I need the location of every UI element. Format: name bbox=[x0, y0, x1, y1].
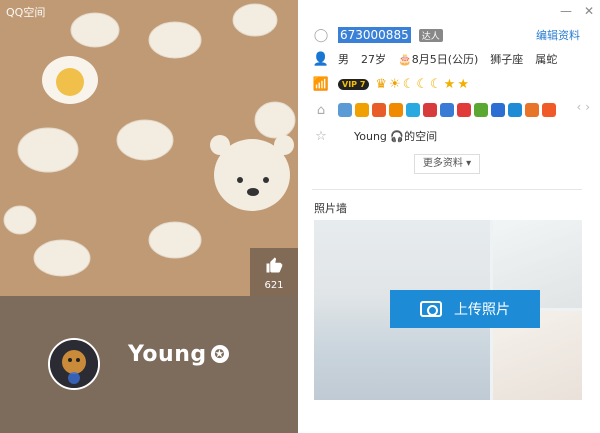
badge-icon[interactable] bbox=[372, 103, 386, 117]
home-icon: ⌂ bbox=[316, 102, 326, 118]
like-count: 621 bbox=[264, 280, 284, 291]
star-badge-icon: ✪ bbox=[210, 345, 229, 363]
close-icon[interactable]: ✕ bbox=[584, 4, 594, 18]
window-controls: — ✕ bbox=[560, 4, 594, 18]
cover-title: QQ空间 bbox=[6, 6, 46, 19]
chevron-right-icon[interactable]: › bbox=[585, 100, 590, 114]
thumbs-up-icon bbox=[266, 257, 283, 273]
chinese-zodiac: 属蛇 bbox=[535, 53, 558, 66]
cake-icon: 🎂 bbox=[398, 53, 412, 66]
crown-icon[interactable]: ♛ bbox=[375, 77, 387, 92]
moon-icon[interactable]: ☾ bbox=[403, 77, 415, 92]
star-outline-icon: ☆ bbox=[315, 128, 327, 144]
avatar-image bbox=[50, 340, 98, 388]
sun-icon[interactable]: ☀ bbox=[389, 77, 401, 92]
user-icon: 👤 bbox=[312, 51, 330, 67]
photo-wall: 上传照片 bbox=[314, 220, 582, 400]
badge-icon[interactable] bbox=[542, 103, 556, 117]
birthday: 🎂8月5日(公历) bbox=[398, 51, 478, 67]
badge-icon[interactable] bbox=[508, 103, 522, 117]
badge-icon[interactable] bbox=[474, 103, 488, 117]
star-icon[interactable]: ★ bbox=[444, 77, 456, 92]
penguin-icon: ◯ bbox=[313, 27, 329, 43]
more-info-button[interactable]: 更多资料 ▾ bbox=[414, 154, 480, 174]
edit-profile-link[interactable]: 编辑资料 bbox=[536, 27, 580, 43]
vip-badge[interactable]: VIP 7 bbox=[338, 78, 370, 90]
badge-icon[interactable] bbox=[491, 103, 505, 117]
basic-info-row: 👤 男 27岁 🎂8月5日(公历) 狮子座 属蛇 bbox=[312, 49, 557, 69]
divider bbox=[312, 189, 582, 190]
badge-icon[interactable] bbox=[338, 103, 352, 117]
qq-row: ◯ 673000885 达人 bbox=[312, 25, 443, 45]
birthday-text: 8月5日(公历) bbox=[411, 53, 479, 66]
chevron-left-icon[interactable]: ‹ bbox=[577, 100, 582, 114]
gender: 男 bbox=[338, 53, 349, 66]
upload-photo-button[interactable]: 上传照片 bbox=[390, 290, 540, 328]
space-link[interactable]: Young 🎧的空间 bbox=[354, 128, 437, 144]
nickname: Young ✪ bbox=[128, 342, 229, 367]
avatar[interactable] bbox=[48, 338, 100, 390]
level-icon: 📶 bbox=[312, 76, 330, 92]
space-row: ☆ Young 🎧的空间 bbox=[312, 126, 437, 146]
age: 27岁 bbox=[361, 53, 386, 66]
daren-tag[interactable]: 达人 bbox=[418, 28, 443, 42]
star-icon[interactable]: ★ bbox=[457, 77, 469, 92]
badge-icon[interactable] bbox=[440, 103, 454, 117]
qq-number[interactable]: 673000885 bbox=[338, 27, 411, 43]
badge-icon[interactable] bbox=[525, 103, 539, 117]
upload-label: 上传照片 bbox=[454, 302, 510, 318]
level-row: 📶 VIP 7 ♛ ☀ ☾ ☾ ☾ ★ ★ bbox=[312, 74, 471, 94]
moon-icon[interactable]: ☾ bbox=[416, 77, 428, 92]
badge-icon[interactable] bbox=[423, 103, 437, 117]
photo-wall-title: 照片墙 bbox=[314, 202, 347, 215]
cover-panel: QQ空间 621 Young ✪ bbox=[0, 0, 298, 433]
minimize-icon[interactable]: — bbox=[560, 4, 572, 18]
badge-icon[interactable] bbox=[457, 103, 471, 117]
badge-icon[interactable] bbox=[389, 103, 403, 117]
badge-icon[interactable] bbox=[406, 103, 420, 117]
badge-icon[interactable] bbox=[355, 103, 369, 117]
moon-icon[interactable]: ☾ bbox=[430, 77, 442, 92]
badge-nav: ‹ › bbox=[577, 100, 590, 114]
service-badges-row: ⌂ bbox=[312, 100, 559, 120]
profile-panel: — ✕ ◯ 673000885 达人 编辑资料 👤 男 27岁 🎂8月5日(公历… bbox=[298, 0, 600, 433]
like-button[interactable]: 621 bbox=[250, 248, 298, 296]
camera-icon bbox=[420, 301, 442, 317]
nickname-text: Young bbox=[128, 342, 207, 367]
zodiac: 狮子座 bbox=[490, 53, 524, 66]
